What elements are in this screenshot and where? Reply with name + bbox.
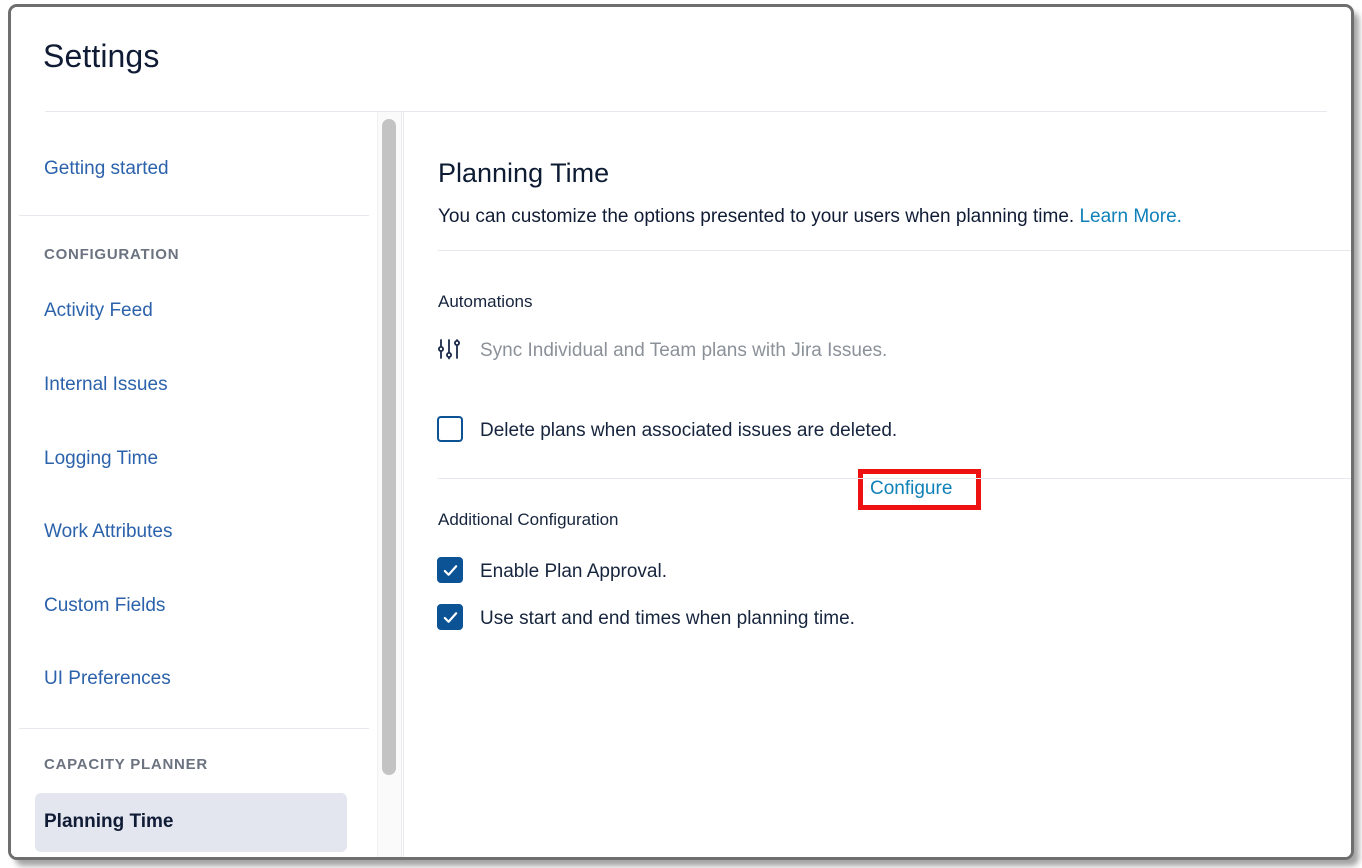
sliders-icon xyxy=(437,337,461,361)
settings-window: Settings Getting started CONFIGURATION A… xyxy=(8,4,1354,860)
sidebar-section-configuration-heading: CONFIGURATION xyxy=(44,246,180,263)
sidebar-item-planning-time-label: Planning Time xyxy=(44,811,174,832)
sidebar-item-activity-feed[interactable]: Activity Feed xyxy=(44,300,153,322)
section-description: You can customize the options presented … xyxy=(438,206,1182,228)
use-start-end-times-row: Use start and end times when planning ti… xyxy=(480,608,855,630)
enable-plan-approval-label: Enable Plan Approval. xyxy=(480,561,667,582)
content-divider-2 xyxy=(438,478,1351,479)
section-title: Planning Time xyxy=(438,158,610,188)
sync-plans-label: Sync Individual and Team plans with Jira… xyxy=(480,340,888,361)
sidebar-item-work-attributes[interactable]: Work Attributes xyxy=(44,521,172,543)
sidebar-item-getting-started[interactable]: Getting started xyxy=(44,158,169,180)
sidebar-item-custom-fields[interactable]: Custom Fields xyxy=(44,595,165,617)
sidebar-item-logging-time[interactable]: Logging Time xyxy=(44,448,158,470)
window-content: Settings Getting started CONFIGURATION A… xyxy=(11,7,1351,857)
sidebar-item-internal-issues[interactable]: Internal Issues xyxy=(44,374,168,396)
page-title: Settings xyxy=(43,38,160,74)
sidebar-divider-1 xyxy=(19,215,369,216)
content-divider-1 xyxy=(438,250,1351,251)
learn-more-link[interactable]: Learn More. xyxy=(1079,206,1181,227)
settings-sidebar: Getting started CONFIGURATION Activity F… xyxy=(11,112,369,857)
delete-plans-label: Delete plans when associated issues are … xyxy=(480,420,898,441)
enable-plan-approval-checkbox[interactable] xyxy=(437,557,463,583)
sidebar-section-capacity-planner-heading: CAPACITY PLANNER xyxy=(44,756,208,773)
sidebar-scrollbar-thumb[interactable] xyxy=(382,119,396,775)
delete-plans-checkbox[interactable] xyxy=(437,416,463,442)
use-start-end-times-checkbox[interactable] xyxy=(437,604,463,630)
enable-plan-approval-row: Enable Plan Approval. xyxy=(480,561,667,583)
sidebar-item-ui-preferences[interactable]: UI Preferences xyxy=(44,668,171,690)
section-description-text: You can customize the options presented … xyxy=(438,206,1075,227)
automations-section-label: Automations xyxy=(438,292,533,311)
sync-plans-row: Sync Individual and Team plans with Jira… xyxy=(480,340,887,362)
configure-link[interactable]: Configure xyxy=(870,478,952,500)
sidebar-divider-2 xyxy=(19,728,369,729)
use-start-end-times-label: Use start and end times when planning ti… xyxy=(480,608,855,629)
main-content-panel: Planning Time You can customize the opti… xyxy=(403,112,1351,857)
additional-configuration-section-label: Additional Configuration xyxy=(438,510,619,529)
delete-plans-row: Delete plans when associated issues are … xyxy=(480,420,897,442)
